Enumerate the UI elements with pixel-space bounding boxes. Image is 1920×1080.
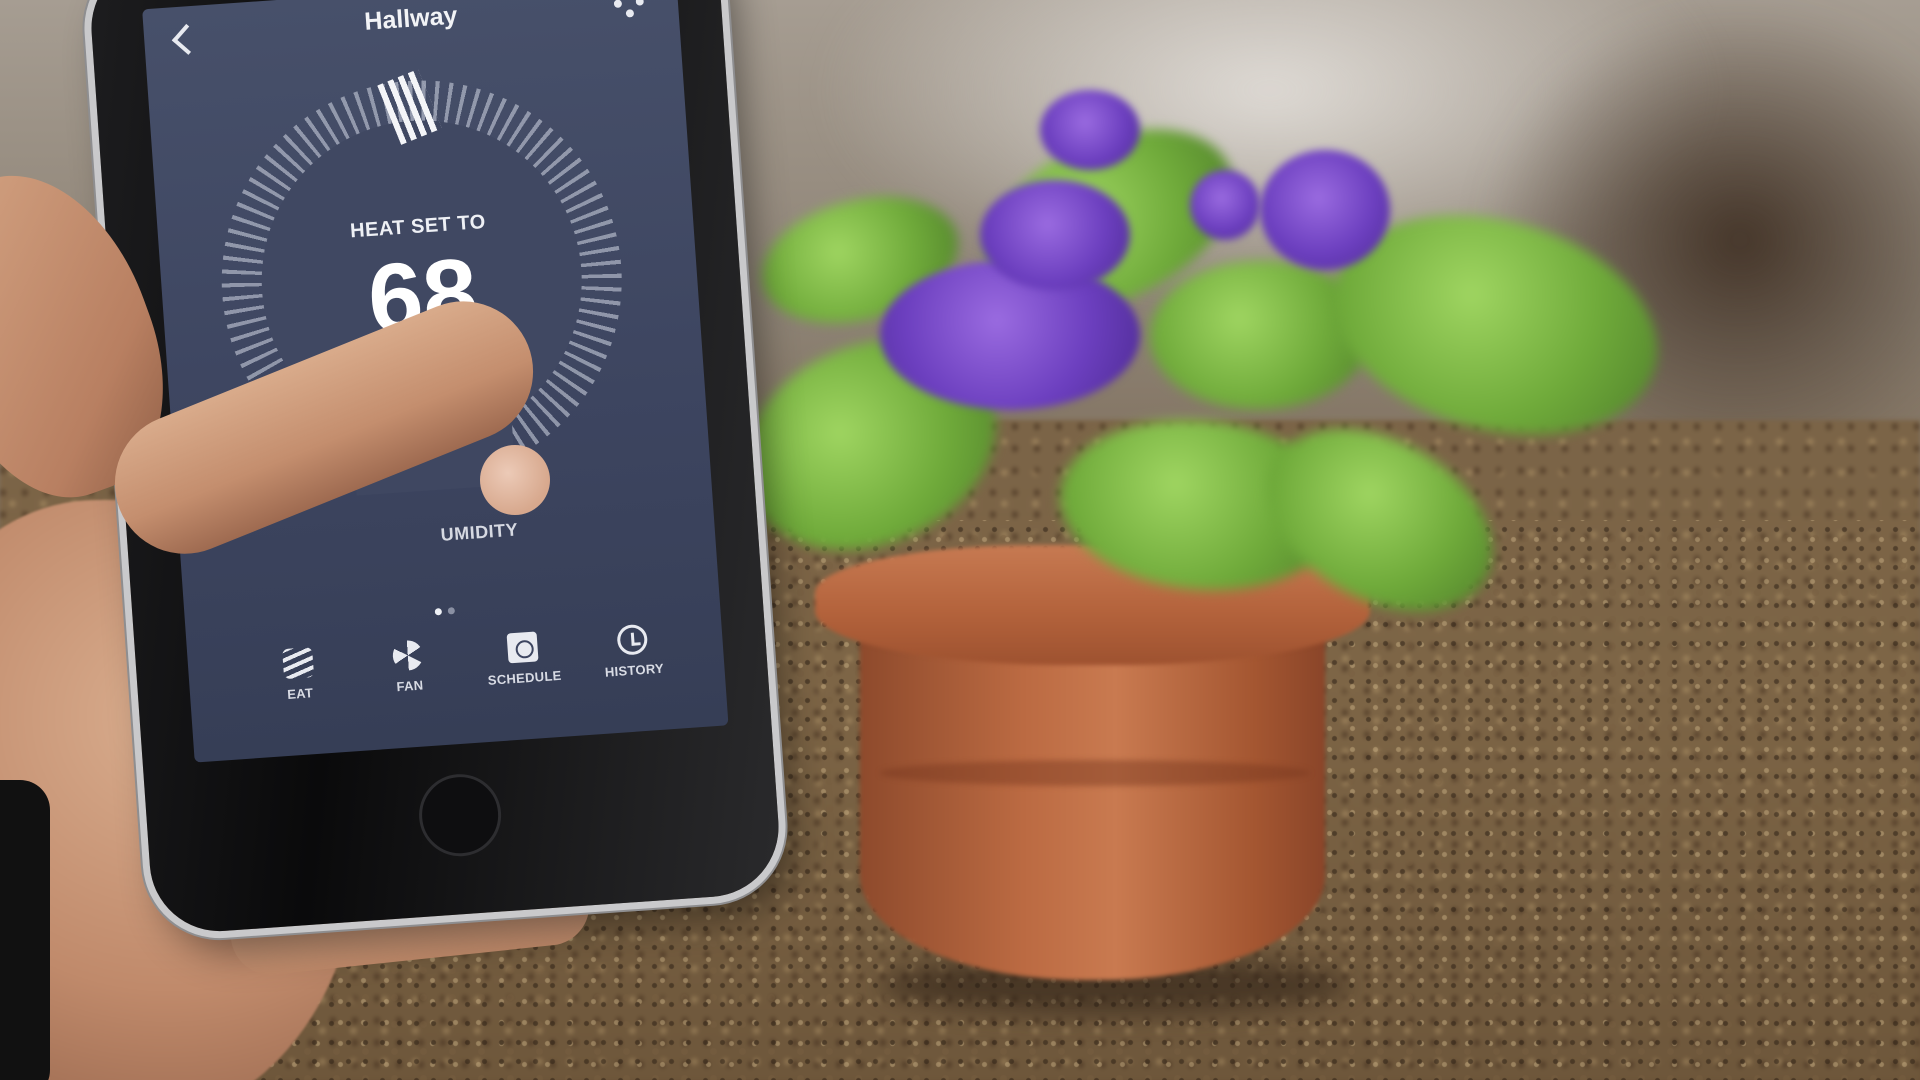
temperature-dial[interactable]: HEAT SET TO 68 — [208, 67, 636, 496]
violet-flower — [1260, 150, 1390, 270]
humidity-label: UMIDITY — [440, 519, 519, 545]
smartphone: Hallway HEAT SET TO 68 UMIDITY EAT FAN S… — [86, 0, 784, 936]
tab-heat[interactable]: EAT — [247, 637, 354, 744]
tab-history[interactable]: HISTORY — [581, 613, 688, 720]
thermostat-app-screen: Hallway HEAT SET TO 68 UMIDITY EAT FAN S… — [142, 0, 729, 763]
chevron-up-icon — [463, 418, 484, 439]
tab-label: FAN — [396, 677, 424, 695]
tab-fan[interactable]: FAN — [356, 629, 463, 736]
heat-icon — [282, 647, 315, 680]
room-title: Hallway — [363, 1, 459, 36]
tab-label: HISTORY — [604, 660, 665, 680]
page-dot-active[interactable] — [434, 607, 443, 616]
top-bar: Hallway — [142, 0, 681, 79]
violet-flower — [1040, 90, 1140, 170]
decrease-temperature-button[interactable] — [361, 411, 424, 455]
violet-flower — [980, 180, 1130, 290]
violet-flower — [880, 260, 1140, 410]
tab-label: SCHEDULE — [487, 667, 563, 688]
tab-bar: EAT FAN SCHEDULE HISTORY — [187, 611, 728, 758]
home-button[interactable] — [416, 771, 504, 859]
violet-flower — [1190, 170, 1260, 240]
flower-pot — [860, 630, 1325, 980]
fan-icon — [391, 639, 424, 672]
tab-schedule[interactable]: SCHEDULE — [471, 621, 578, 728]
chevron-down-icon — [380, 416, 401, 436]
tab-label: EAT — [286, 685, 314, 702]
increase-temperature-button[interactable] — [443, 405, 506, 449]
pot-band — [880, 760, 1310, 786]
schedule-icon — [506, 631, 539, 664]
history-icon — [616, 623, 649, 656]
page-dot[interactable] — [447, 607, 456, 615]
page-indicator[interactable] — [434, 600, 475, 616]
